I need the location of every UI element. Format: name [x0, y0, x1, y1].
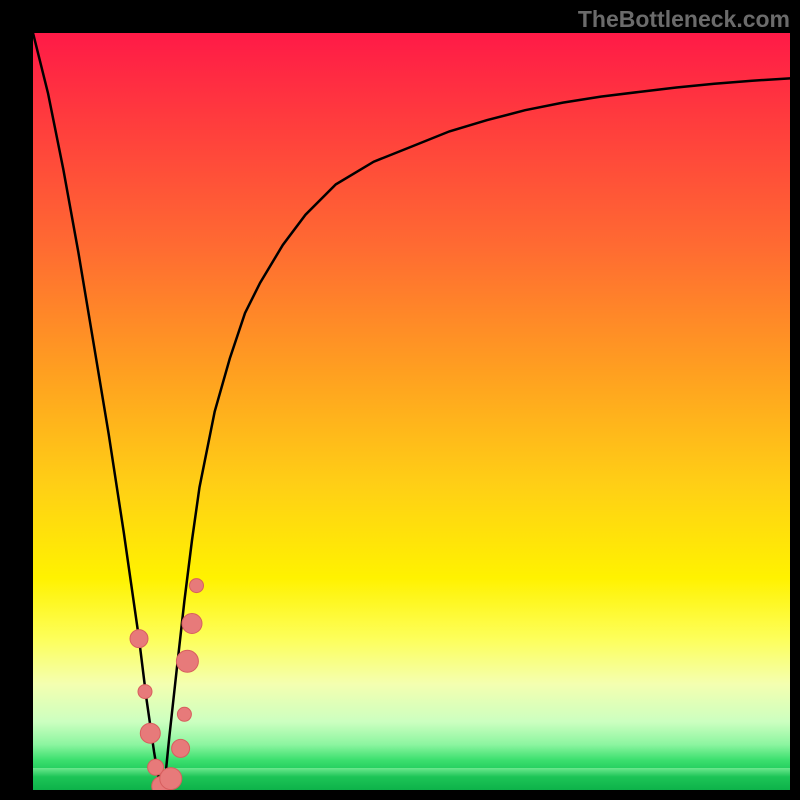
data-marker [176, 650, 198, 672]
chart-area [33, 33, 790, 790]
data-marker [130, 630, 148, 648]
data-marker [177, 707, 191, 721]
data-marker [182, 614, 202, 634]
watermark-text: TheBottleneck.com [578, 6, 790, 33]
data-marker [140, 723, 160, 743]
chart-svg [33, 33, 790, 790]
data-marker [160, 768, 182, 790]
data-marker [190, 579, 204, 593]
data-marker [138, 685, 152, 699]
data-marker [172, 739, 190, 757]
bottleneck-curve [33, 33, 790, 790]
